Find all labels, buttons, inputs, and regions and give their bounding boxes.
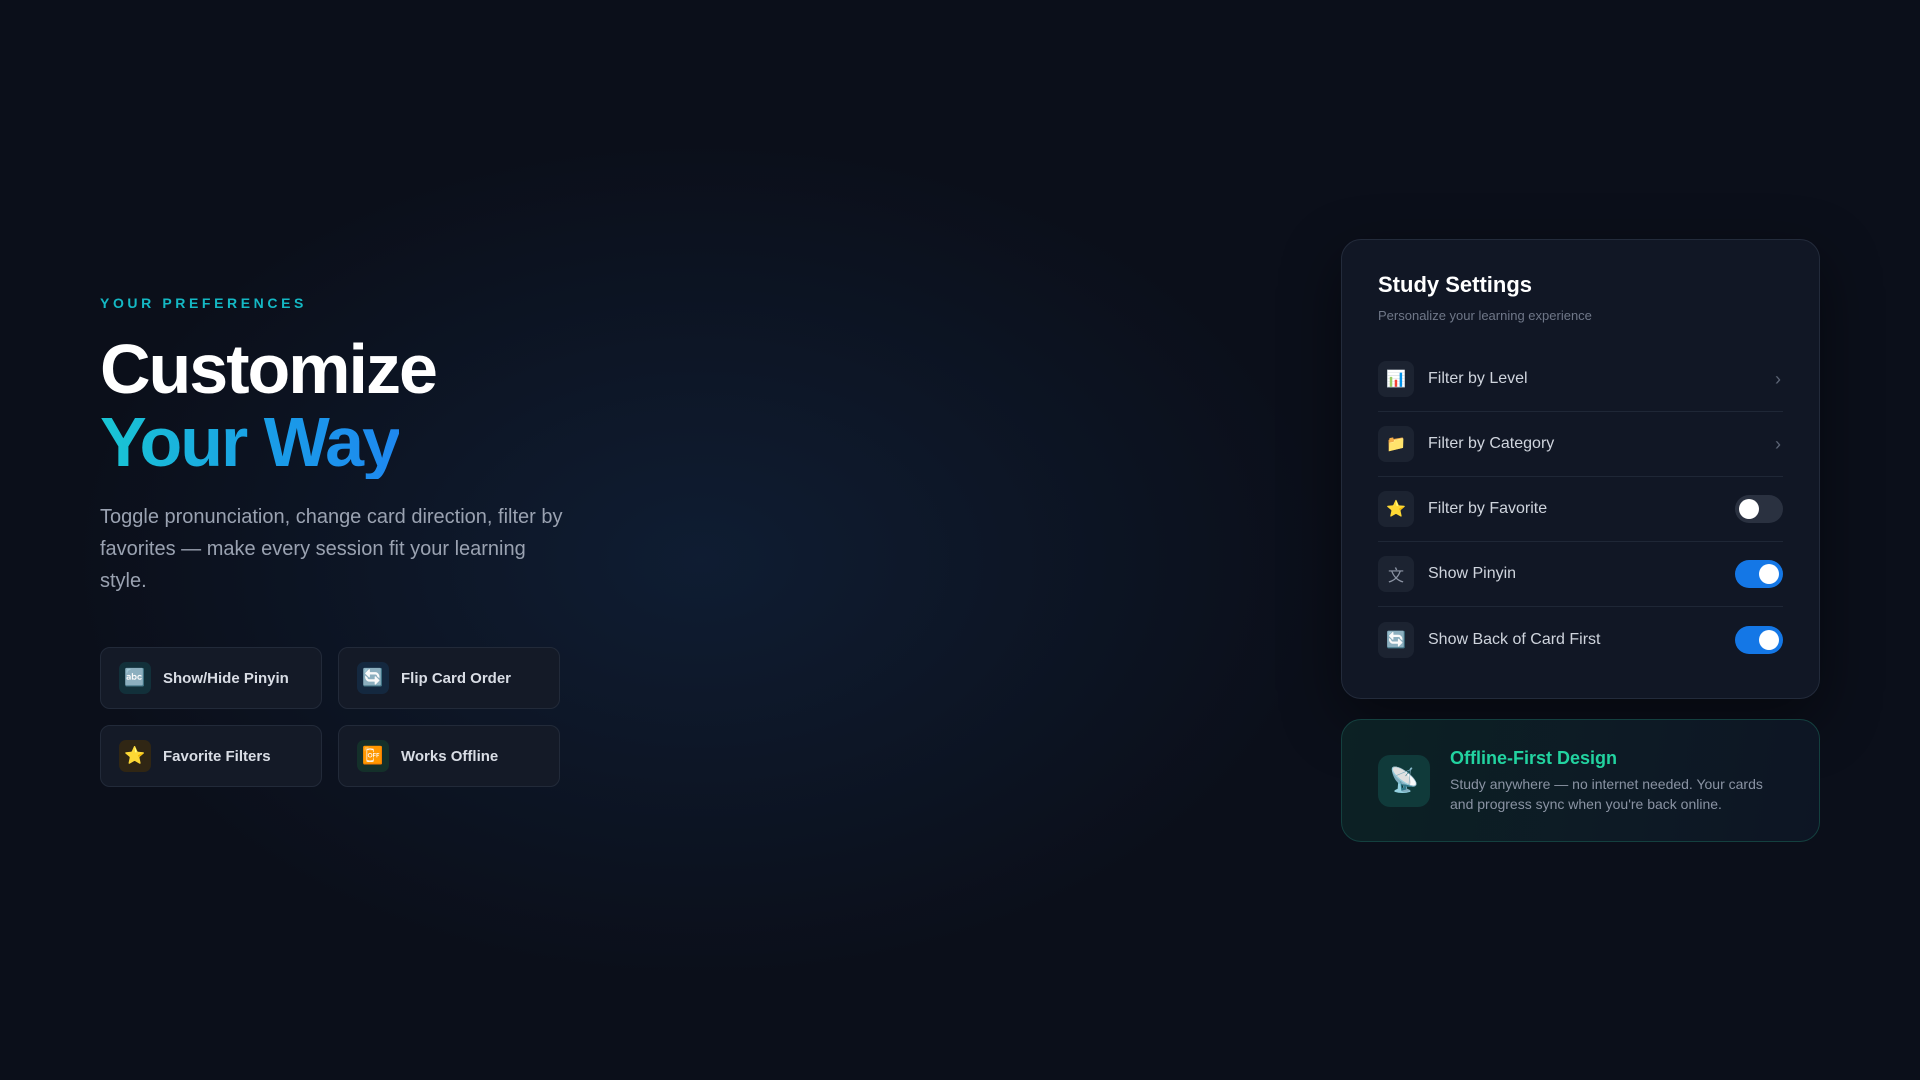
bar-chart-icon: 📊 xyxy=(1378,361,1414,397)
folder-icon: 📁 xyxy=(1378,426,1414,462)
offline-text: Study anywhere — no internet needed. You… xyxy=(1450,775,1763,812)
feature-chip-flip: 🔄 Flip Card Order xyxy=(338,647,560,709)
study-settings-card: Study Settings Personalize your learning… xyxy=(1341,239,1820,699)
setting-label: Filter by Level xyxy=(1428,370,1528,387)
setting-label: Show Pinyin xyxy=(1428,565,1517,582)
toggle-knob xyxy=(1739,499,1759,519)
settings-subtitle: Personalize your learning experience xyxy=(1378,308,1592,323)
favorite-toggle[interactable] xyxy=(1735,495,1783,523)
hero-section: YOUR PREFERENCES Customize Your Way Togg… xyxy=(100,295,570,787)
feature-label: Favorite Filters xyxy=(163,747,271,765)
setting-show-pinyin: 文 Show Pinyin xyxy=(1378,542,1783,607)
toggle-knob xyxy=(1759,629,1779,650)
pinyin-toggle[interactable] xyxy=(1735,560,1783,588)
settings-list: 📊 Filter by Level › 📁 Filter by Category… xyxy=(1378,347,1783,672)
flip-icon: 🔄 xyxy=(357,662,389,694)
feature-label: Flip Card Order xyxy=(401,669,512,687)
setting-label: Show Back of Card First xyxy=(1428,630,1601,648)
hero-title-line2: Your Way xyxy=(100,403,401,481)
setting-filter-favorite: ⭐ Filter by Favorite xyxy=(1378,477,1783,542)
feature-chip-pinyin: 🔤 Show/Hide Pinyin xyxy=(100,647,322,709)
feature-label: Show/Hide Pinyin xyxy=(163,669,289,687)
star-icon: ⭐ xyxy=(1378,491,1414,527)
chevron-right-icon: › xyxy=(1775,433,1781,454)
abc-icon: 🔤 xyxy=(119,662,151,694)
satellite-antenna-icon: 📡 xyxy=(1378,754,1430,807)
offline-icon: 📴 xyxy=(357,740,389,772)
feature-chip-favorites: ⭐ Favorite Filters xyxy=(100,725,322,787)
chevron-right-icon: › xyxy=(1775,368,1781,389)
hero-title-line1: Customize xyxy=(100,330,438,408)
hero-description: Toggle pronunciation, change card direct… xyxy=(100,506,563,592)
offline-title: Offline-First Design xyxy=(1450,747,1618,768)
setting-filter-category[interactable]: 📁 Filter by Category › xyxy=(1378,412,1783,477)
back-first-toggle[interactable] xyxy=(1735,625,1783,654)
feature-chip-offline: 📴 Works Offline xyxy=(338,725,560,787)
offline-first-card: 📡 Offline-First Design Study anywhere — … xyxy=(1341,719,1820,842)
setting-filter-level[interactable]: 📊 Filter by Level › xyxy=(1378,347,1783,412)
feature-label: Works Offline xyxy=(401,747,499,765)
offline-content: Offline-First Design Study anywhere — no… xyxy=(1450,748,1783,814)
hero-title: Customize Your Way xyxy=(100,333,570,479)
setting-label: Filter by Favorite xyxy=(1428,500,1548,517)
flip-icon: 🔄 xyxy=(1378,621,1414,658)
feature-grid: 🔤 Show/Hide Pinyin 🔄 Flip Card Order ⭐ F… xyxy=(100,647,570,787)
setting-label: Filter by Category xyxy=(1428,435,1555,452)
toggle-knob xyxy=(1759,564,1779,584)
star-icon: ⭐ xyxy=(119,740,151,772)
setting-back-first: 🔄 Show Back of Card First xyxy=(1378,607,1783,672)
chinese-character-icon: 文 xyxy=(1378,556,1414,592)
eyebrow-label: YOUR PREFERENCES xyxy=(100,295,307,311)
settings-title: Study Settings xyxy=(1378,272,1533,297)
